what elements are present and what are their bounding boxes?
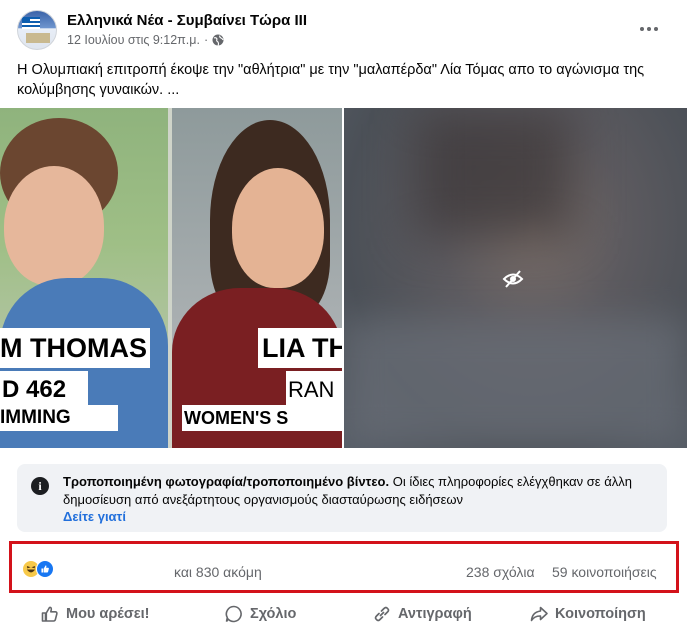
comments-count[interactable]: 238 σχόλια [466, 564, 535, 580]
person-right [232, 168, 324, 288]
shares-count[interactable]: 59 κοινοποιήσεις [552, 564, 657, 580]
like-button[interactable]: Μου αρέσει! [40, 600, 150, 628]
right-name-label: LIA TH [258, 328, 342, 368]
fact-check-title: Τροποποιημένη φωτογραφία/τροποποιημένο β… [63, 474, 390, 489]
post-actions: Μου αρέσει! Σχόλιο Αντιγραφή Κοινοποίηση [0, 596, 687, 631]
page-avatar[interactable] [17, 10, 57, 50]
person-left [4, 166, 104, 286]
meta-separator: · [203, 33, 209, 47]
post-caption: Η Ολυμπιακή επιτροπή έκοψε την "αθλήτρια… [17, 62, 645, 98]
share-icon [530, 606, 548, 622]
like-reaction-icon [36, 560, 54, 578]
link-icon [374, 606, 390, 622]
eye-slash-icon [502, 270, 524, 288]
comment-button[interactable]: Σχόλιο [224, 600, 296, 628]
like-button-label: Μου αρέσει! [66, 606, 150, 622]
left-sport-label: IMMING [0, 405, 118, 431]
right-sport-label: WOMEN'S S [182, 405, 342, 431]
fact-check-notice: i Τροποποιημένη φωτογραφία/τροποποιημένο… [17, 464, 667, 532]
post-timestamp[interactable]: 12 Ιουλίου στις 9:12π.μ. [67, 33, 200, 47]
share-button[interactable]: Κοινοποίηση [529, 600, 646, 628]
info-icon: i [31, 477, 49, 495]
left-name-label: M THOMAS [0, 328, 150, 368]
copy-button[interactable]: Αντιγραφή [372, 600, 472, 628]
comment-button-label: Σχόλιο [250, 606, 297, 622]
post-meta: 12 Ιουλίου στις 9:12π.μ. · [67, 33, 224, 47]
left-number-label: D 462 [0, 371, 88, 409]
post-header: Ελληνικά Νέα - Συμβαίνει Τώρα ΙΙΙ 12 Ιου… [0, 0, 687, 56]
comment-icon [225, 605, 242, 623]
engagement-stats-highlight: και 830 ακόμη 238 σχόλια 59 κοινοποιήσει… [9, 541, 679, 593]
page-name[interactable]: Ελληνικά Νέα - Συμβαίνει Τώρα ΙΙΙ [67, 12, 307, 29]
see-why-link[interactable]: Δείτε γιατί [63, 509, 126, 524]
share-button-label: Κοινοποίηση [555, 606, 646, 622]
reactions-count[interactable]: και 830 ακόμη [174, 564, 262, 580]
right-rank-label: RAN [286, 371, 342, 409]
blurred-photo[interactable] [344, 108, 687, 448]
thumbs-up-icon [41, 606, 58, 622]
post-photo-comparison[interactable]: M THOMAS D 462 IMMING LIA TH RAN WOMEN'S… [0, 108, 342, 448]
more-options-button[interactable] [636, 16, 662, 42]
reaction-icons[interactable] [22, 560, 62, 578]
greek-flag-icon [22, 17, 40, 29]
copy-button-label: Αντιγραφή [398, 606, 472, 622]
globe-icon[interactable] [212, 34, 224, 46]
